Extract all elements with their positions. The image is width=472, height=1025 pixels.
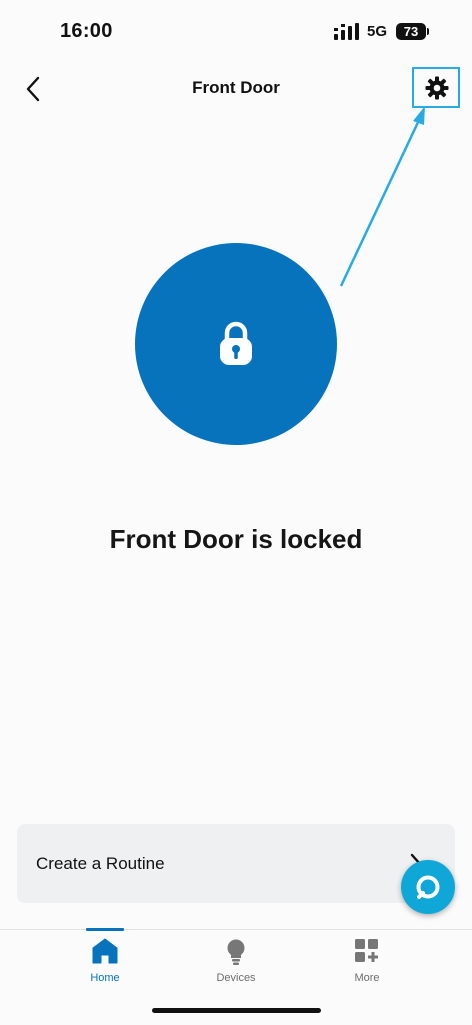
nav-label-devices: Devices <box>216 972 256 984</box>
battery-level: 73 <box>403 24 419 39</box>
home-indicator-bar <box>152 1008 321 1013</box>
nav-item-devices[interactable]: Devices <box>186 930 286 990</box>
page-title: Front Door <box>192 78 280 97</box>
lock-toggle-button[interactable] <box>135 243 337 445</box>
alexa-ring-icon <box>416 875 440 899</box>
grid-plus-icon <box>355 939 378 962</box>
alexa-button[interactable] <box>401 860 455 914</box>
status-time: 16:00 <box>60 20 113 42</box>
nav-item-more[interactable]: More <box>317 930 417 990</box>
nav-label-more: More <box>354 972 380 984</box>
nav-item-home[interactable]: Home <box>55 930 155 990</box>
home-icon <box>92 938 118 964</box>
padlock-icon <box>220 321 252 365</box>
gear-icon <box>425 76 449 100</box>
lock-status-text: Front Door is locked <box>109 524 363 554</box>
lightbulb-icon <box>227 939 245 965</box>
nav-label-home: Home <box>90 972 120 984</box>
network-label: 5G <box>367 23 388 40</box>
status-bar: 16:00 5G 73 <box>0 0 472 64</box>
create-routine-card[interactable]: Create a Routine <box>17 824 455 903</box>
create-routine-label: Create a Routine <box>36 854 165 873</box>
settings-button[interactable] <box>412 67 460 108</box>
signal-bars-icon <box>334 23 359 40</box>
battery-indicator: 73 <box>396 23 432 40</box>
